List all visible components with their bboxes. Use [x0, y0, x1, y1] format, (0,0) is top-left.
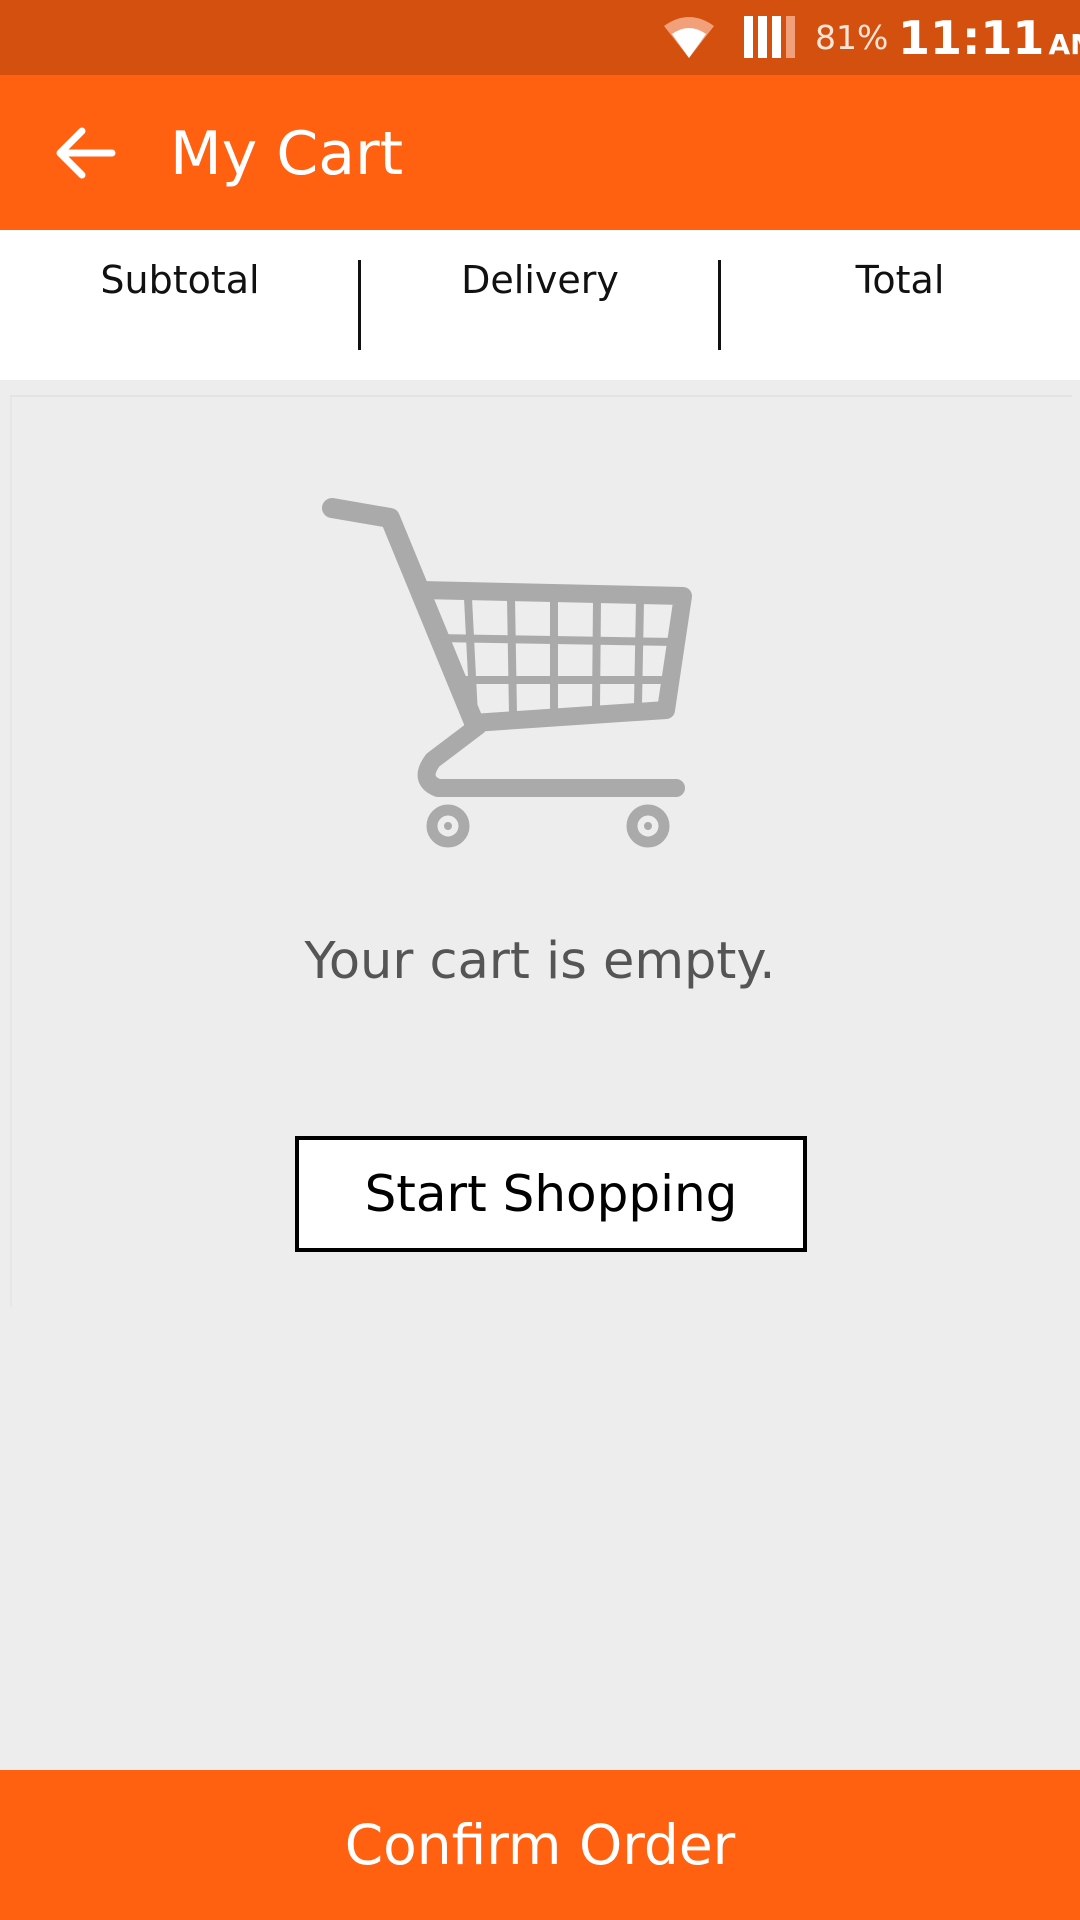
start-shopping-button[interactable]: Start Shopping — [295, 1136, 807, 1252]
status-bar: 81% 11:11AM — [0, 0, 1080, 75]
battery-level: 81% — [815, 18, 889, 57]
arrow-left-icon — [56, 127, 116, 178]
wifi-icon — [664, 17, 714, 58]
signal-icon — [744, 16, 795, 58]
cart-summary: Subtotal Delivery Total — [0, 230, 1080, 380]
summary-subtotal-label: Subtotal — [100, 258, 260, 302]
clock-ampm: AM — [1048, 28, 1080, 61]
empty-cart-message: Your cart is empty. — [304, 932, 776, 991]
confirm-order-button[interactable]: Confirm Order — [0, 1770, 1080, 1920]
summary-total-label: Total — [855, 258, 945, 302]
back-button[interactable] — [40, 115, 130, 190]
clock-time: 11:11 — [898, 11, 1045, 65]
page-title: My Cart — [170, 119, 404, 189]
clock: 11:11AM — [898, 12, 1080, 71]
summary-delivery-label: Delivery — [461, 258, 619, 302]
shopping-cart-icon — [322, 498, 692, 848]
app-bar: My Cart — [0, 75, 1080, 230]
